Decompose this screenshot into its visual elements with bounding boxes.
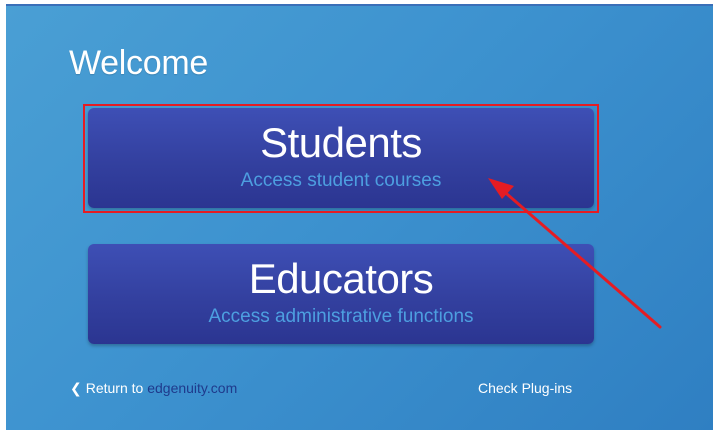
students-button[interactable]: Students Access student courses — [88, 108, 594, 208]
educators-button[interactable]: Educators Access administrative function… — [88, 244, 594, 344]
students-subtitle: Access student courses — [240, 170, 442, 191]
students-title: Students — [260, 119, 422, 166]
educators-subtitle: Access administrative functions — [208, 306, 474, 327]
welcome-heading: Welcome — [69, 44, 208, 82]
screenshot-frame: Welcome Students Access student courses … — [0, 0, 717, 436]
educators-title: Educators — [248, 255, 434, 302]
check-plugins-link[interactable]: Check Plug-ins — [478, 380, 572, 396]
return-to-edgenuity-link[interactable]: ❮ Return to edgenuity.com — [70, 380, 237, 397]
return-prefix-text: Return to — [85, 380, 144, 396]
return-domain-text: edgenuity.com — [147, 380, 238, 396]
chevron-left-icon: ❮ — [70, 380, 82, 396]
